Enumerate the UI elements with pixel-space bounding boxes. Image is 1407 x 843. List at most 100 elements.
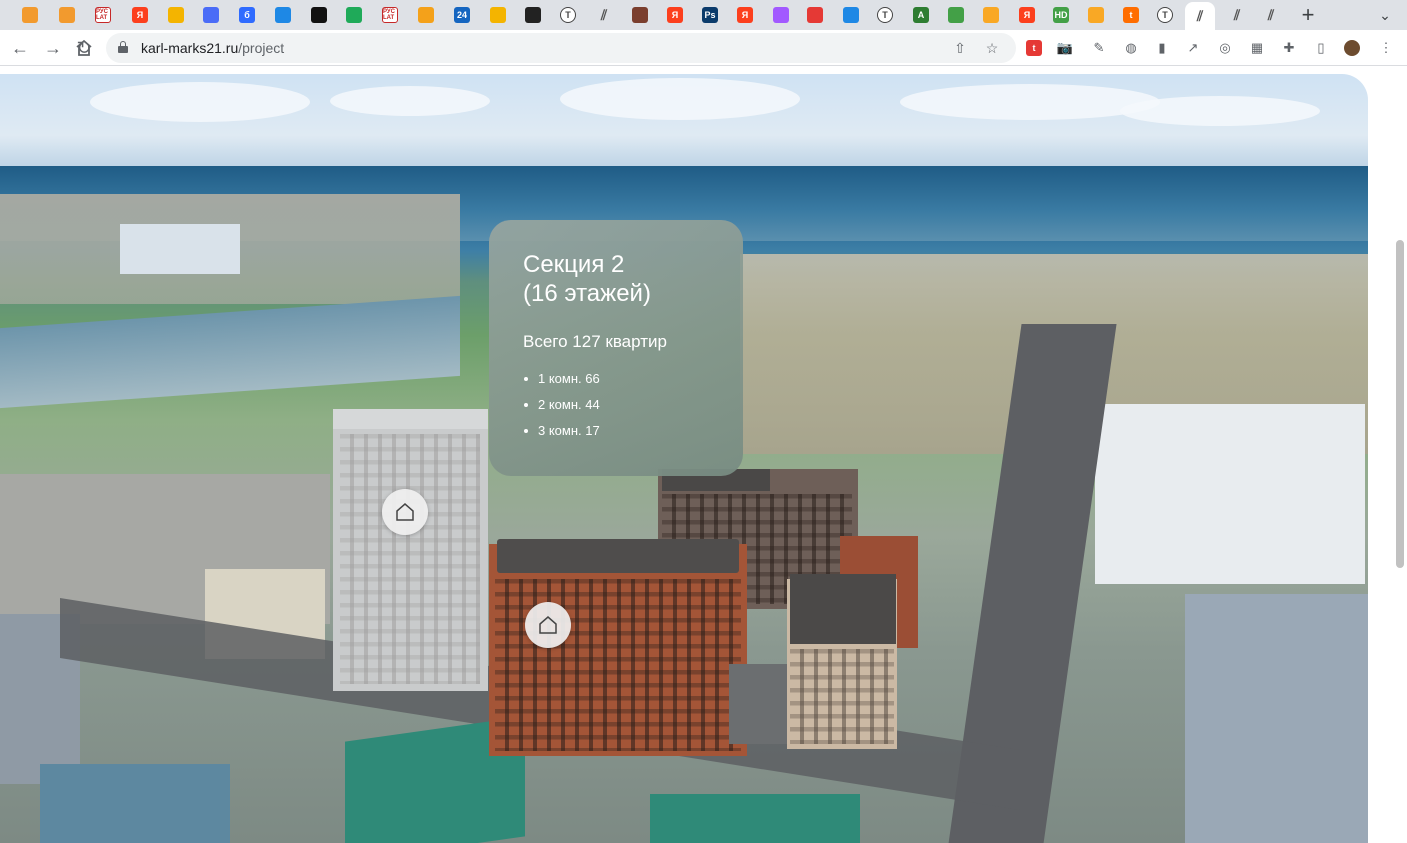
browser-tab[interactable] [304, 3, 334, 27]
browser-tab[interactable]: Я [125, 3, 155, 27]
browser-tab[interactable]: t [1116, 3, 1146, 27]
plus-sheet-icon [346, 7, 362, 23]
extensions-puzzle-icon[interactable]: ✚ [1279, 38, 1299, 58]
hd-icon: HD [1053, 7, 1069, 23]
orange-swoosh-icon [418, 7, 434, 23]
chart-icon: ⫽ [600, 7, 608, 23]
windows [495, 579, 741, 751]
number-24-icon: 24 [454, 7, 470, 23]
extension-grid-icon[interactable]: ▦ [1247, 38, 1267, 58]
cloud [900, 84, 1160, 120]
tower-windows [340, 434, 480, 684]
camera-icon[interactable]: 📷 [1055, 38, 1075, 58]
avatar-icon [632, 7, 648, 23]
yandex-icon: Я [1019, 7, 1035, 23]
terminal-icon [311, 7, 327, 23]
green-roof [650, 794, 860, 843]
browser-tab[interactable]: Ps [695, 3, 725, 27]
page-viewport: Секция 2 (16 этажей) Всего 127 квартир 1… [0, 67, 1407, 843]
url-text[interactable]: karl-marks21.ru/project [141, 40, 284, 56]
home-icon[interactable] [74, 36, 94, 60]
browser-tab[interactable]: 24 [447, 3, 477, 27]
browser-tab[interactable]: Я [730, 3, 760, 27]
browser-tab[interactable] [836, 3, 866, 27]
browser-tab[interactable]: T [553, 3, 583, 27]
eyedropper-icon[interactable]: ✎ [1089, 38, 1109, 58]
extension-t-icon[interactable]: t [1024, 38, 1044, 58]
browser-tab[interactable] [518, 3, 548, 27]
browser-tab[interactable]: T [870, 3, 900, 27]
browser-tab[interactable] [411, 3, 441, 27]
list-item: 3 комн. 17 [523, 418, 709, 444]
scrollbar-thumb[interactable] [1396, 240, 1404, 568]
browser-tab[interactable]: ⫽ [1185, 2, 1215, 30]
browser-tab[interactable]: РУС LAT [375, 3, 405, 27]
browser-tab[interactable]: ⫽ [1256, 3, 1286, 27]
photoshop-icon: Ps [702, 7, 718, 23]
orange-blob-icon [22, 7, 38, 23]
side-panel-icon[interactable]: ▯ [1311, 38, 1331, 58]
browser-tab[interactable]: РУС LAT [88, 3, 118, 27]
back-arrow-icon[interactable]: ← [8, 36, 32, 60]
rus-lat-icon: РУС LAT [95, 7, 111, 23]
browser-tab[interactable] [766, 3, 796, 27]
browser-tab[interactable]: ⫽ [1222, 3, 1252, 27]
browser-tab[interactable] [800, 3, 830, 27]
browser-tab[interactable]: ⫽ [589, 3, 619, 27]
circle-multi-icon [807, 7, 823, 23]
tab-strip: ✕ + ⌄ РУС LATЯбРУС LAT24T⫽ЯPsЯTAЯHDtT⫽⫽⫽ [0, 0, 1407, 30]
lock-icon[interactable] [118, 41, 128, 53]
floors-count: (16 этажей) [523, 280, 651, 307]
extension-badge-icon[interactable]: ◍ [1121, 38, 1141, 58]
browser-tab[interactable] [52, 3, 82, 27]
profile-avatar-icon[interactable] [1342, 38, 1362, 58]
section-name: Секция 2 [523, 251, 625, 278]
building [120, 224, 240, 274]
aerial-photo[interactable]: Секция 2 (16 этажей) Всего 127 квартир 1… [0, 74, 1368, 843]
browser-tab[interactable]: б [232, 3, 262, 27]
extension-1-icon[interactable]: ▮ [1152, 38, 1172, 58]
cloud [90, 82, 310, 122]
connector [729, 664, 787, 744]
chart-icon: ⫽ [1233, 7, 1241, 23]
browser-tab[interactable]: A [906, 3, 936, 27]
browser-tab[interactable]: Я [660, 3, 690, 27]
total-apartments: Всего 127 квартир [523, 332, 667, 351]
figma-icon [773, 7, 789, 23]
bookmark-star-icon[interactable]: ☆ [982, 38, 1002, 58]
station-building [1185, 594, 1368, 843]
cloud [330, 86, 490, 116]
share-icon[interactable]: ⇧ [950, 38, 970, 58]
new-tab-button[interactable]: + [1296, 2, 1320, 27]
b-icon: б [239, 7, 255, 23]
browser-tab[interactable] [161, 3, 191, 27]
browser-tab[interactable] [339, 3, 369, 27]
list-item: 2 комн. 44 [523, 392, 709, 418]
home-pin-icon[interactable] [525, 602, 571, 648]
browser-tab[interactable] [976, 3, 1006, 27]
cloud [560, 78, 800, 120]
lock-icon [983, 7, 999, 23]
cloud [1120, 96, 1320, 126]
home-pin-icon[interactable] [382, 489, 428, 535]
menu-dots-icon[interactable]: ⋮ [1376, 38, 1396, 58]
tab-search-icon[interactable]: ⌄ [1374, 4, 1396, 26]
browser-tab[interactable] [483, 3, 513, 27]
browser-tab[interactable] [941, 3, 971, 27]
browser-tab[interactable]: HD [1046, 3, 1076, 27]
extension-globe-icon[interactable]: ◎ [1215, 38, 1235, 58]
a-icon: A [913, 7, 929, 23]
browser-tab[interactable] [1081, 3, 1111, 27]
section-info-card: Секция 2 (16 этажей) Всего 127 квартир 1… [489, 220, 743, 476]
browser-tab[interactable] [268, 3, 298, 27]
address-bar[interactable]: karl-marks21.ru/project ⇧ ☆ [106, 33, 1016, 63]
forward-arrow-icon[interactable]: → [41, 36, 65, 60]
browser-tab[interactable]: Я [1012, 3, 1042, 27]
t-circle-icon: T [560, 7, 576, 23]
browser-tab[interactable] [15, 3, 45, 27]
browser-tab[interactable] [625, 3, 655, 27]
browser-tab[interactable] [196, 3, 226, 27]
browser-tab[interactable]: T [1150, 3, 1180, 27]
extension-arrow-icon[interactable]: ↗ [1183, 38, 1203, 58]
yandex-icon: Я [667, 7, 683, 23]
